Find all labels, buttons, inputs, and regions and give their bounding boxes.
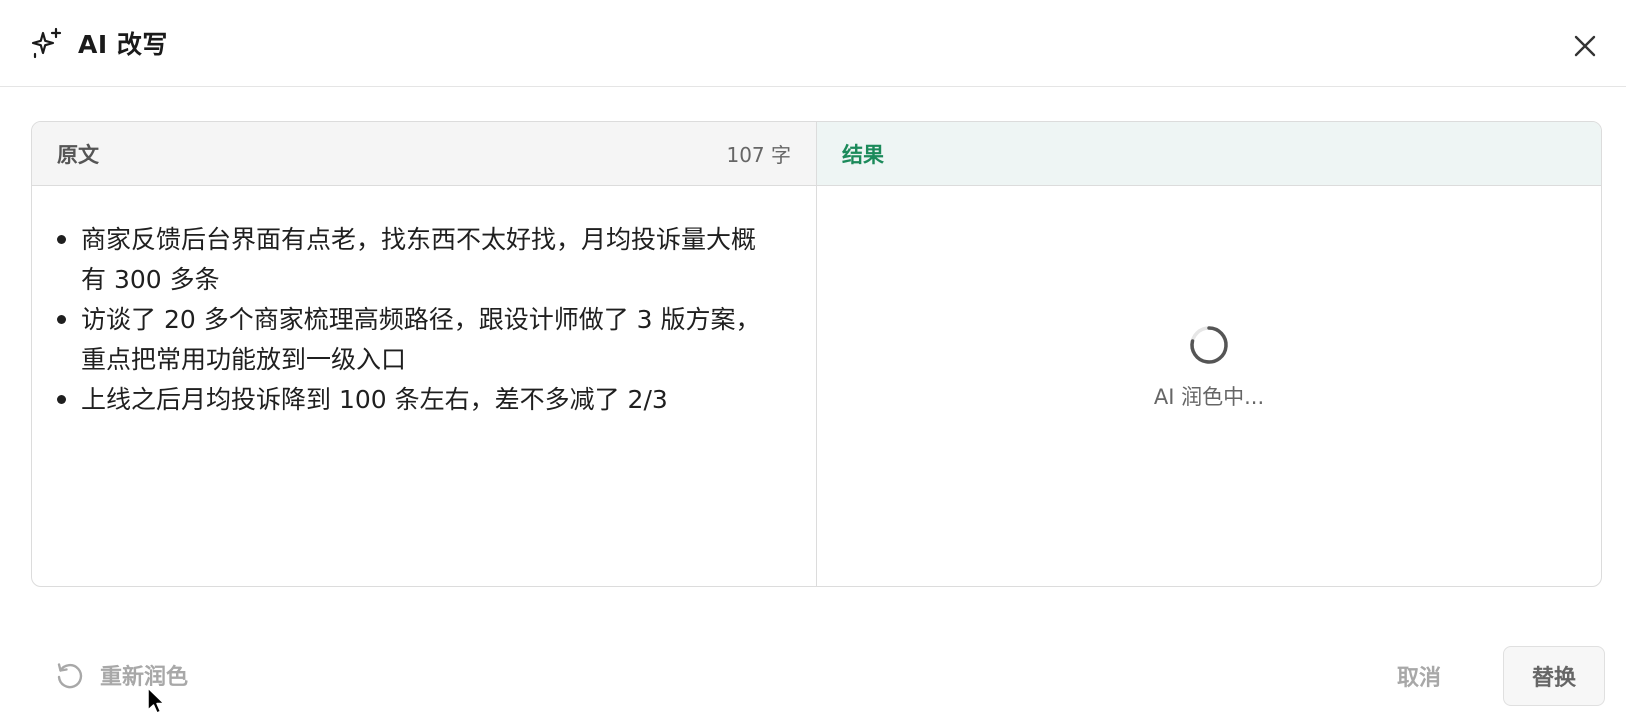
source-list: 商家反馈后台界面有点老，找东西不太好找，月均投诉量大概有 300 多条 访谈了 … (54, 220, 776, 420)
ai-rewrite-dialog: AI 改写 原文 107 字 商家反馈后台界面有点老，找东西不太好找，月均投诉量… (0, 0, 1626, 718)
result-panel: 结果 AI 润色中... (817, 122, 1601, 586)
compare-panels: 原文 107 字 商家反馈后台界面有点老，找东西不太好找，月均投诉量大概有 30… (31, 121, 1602, 587)
list-item: 商家反馈后台界面有点老，找东西不太好找，月均投诉量大概有 300 多条 (54, 220, 776, 300)
close-icon[interactable] (1572, 33, 1598, 59)
list-item: 上线之后月均投诉降到 100 条左右，差不多减了 2/3 (54, 380, 776, 420)
char-count: 107 字 (726, 143, 791, 167)
source-panel: 原文 107 字 商家反馈后台界面有点老，找东西不太好找，月均投诉量大概有 30… (32, 122, 817, 586)
list-item: 访谈了 20 多个商家梳理高频路径，跟设计师做了 3 版方案，重点把常用功能放到… (54, 300, 776, 380)
loading-spinner-icon (1190, 326, 1228, 364)
loading-text: AI 润色中... (1153, 385, 1265, 409)
retry-polish-label: 重新润色 (100, 665, 189, 690)
source-panel-header: 原文 107 字 (32, 122, 816, 186)
cancel-button[interactable]: 取消 (1397, 660, 1441, 692)
loading-area: AI 润色中... (817, 186, 1601, 586)
source-panel-label: 原文 (57, 142, 99, 167)
mouse-pointer-icon (147, 687, 165, 714)
sparkle-icon (31, 27, 62, 59)
dialog-title: AI 改写 (78, 30, 168, 59)
source-text-area[interactable]: 商家反馈后台界面有点老，找东西不太好找，月均投诉量大概有 300 多条 访谈了 … (32, 186, 816, 420)
result-panel-header: 结果 (817, 122, 1601, 186)
replace-button[interactable]: 替换 (1503, 646, 1605, 706)
dialog-header: AI 改写 (0, 0, 1626, 87)
result-panel-label: 结果 (842, 142, 884, 167)
refresh-icon (57, 663, 83, 689)
